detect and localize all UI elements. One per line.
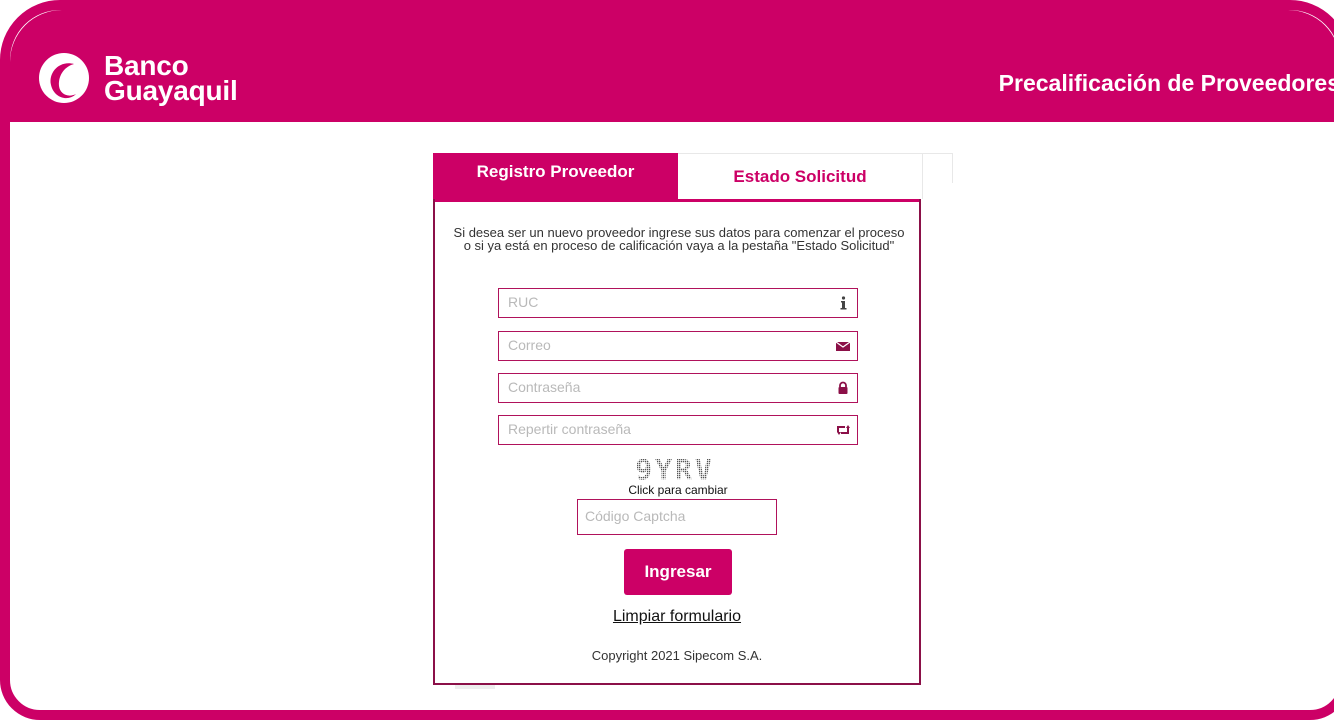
ruc-field[interactable]: [498, 288, 858, 318]
bottom-scroll-stub: [455, 685, 495, 689]
ruc-input[interactable]: [499, 289, 828, 315]
password-field[interactable]: [498, 373, 858, 403]
brand-line-2: Guayaquil: [104, 75, 238, 106]
brand-logo: Banco Guayaquil: [38, 52, 238, 106]
email-input[interactable]: [499, 332, 828, 358]
tab-bar: Registro Proveedor Estado Solicitud: [433, 153, 953, 199]
brand-name: Banco Guayaquil: [104, 52, 238, 106]
tab-estado-solicitud[interactable]: Estado Solicitud: [678, 153, 923, 199]
top-header: Banco Guayaquil Precalificación de Prove…: [10, 10, 1334, 122]
page-title: Precalificación de Proveedores: [998, 70, 1334, 96]
tab-bar-spacer: [923, 153, 953, 183]
retweet-icon: [837, 425, 850, 435]
clear-form-link[interactable]: Limpiar formulario: [435, 608, 919, 626]
captcha-text: 9YRV: [635, 455, 714, 483]
captcha-input[interactable]: [578, 500, 775, 532]
banco-guayaquil-logo-icon: [39, 53, 89, 103]
repeat-password-field[interactable]: [498, 415, 858, 445]
envelope-icon: [836, 341, 850, 351]
intro-text: Si desea ser un nuevo proveedor ingrese …: [453, 225, 905, 253]
password-input[interactable]: [499, 374, 828, 400]
repeat-password-input[interactable]: [499, 416, 828, 442]
app-window: Banco Guayaquil Precalificación de Prove…: [0, 0, 1334, 720]
email-field[interactable]: [498, 331, 858, 361]
captcha-image[interactable]: 9YRV: [625, 455, 725, 483]
captcha-hint: Click para cambiar: [628, 483, 728, 497]
lock-icon: [838, 381, 848, 394]
registration-panel: Si desea ser un nuevo proveedor ingrese …: [433, 199, 921, 685]
submit-button[interactable]: Ingresar: [624, 549, 732, 595]
info-icon: [840, 296, 847, 310]
tab-registro-proveedor[interactable]: Registro Proveedor: [433, 153, 678, 199]
captcha-field[interactable]: [577, 499, 777, 535]
copyright-text: Copyright 2021 Sipecom S.A.: [591, 648, 763, 663]
panel-top-border: [435, 199, 919, 202]
